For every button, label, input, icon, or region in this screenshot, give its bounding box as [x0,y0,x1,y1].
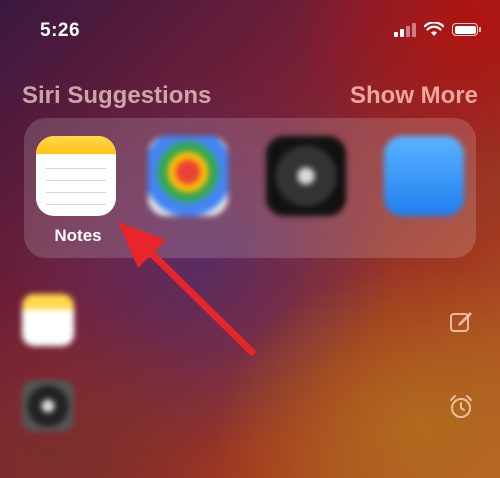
app-label [148,226,232,246]
mail-app-icon[interactable] [384,136,464,216]
alarm-icon[interactable] [446,392,476,422]
status-icons [394,22,481,37]
notes-app-icon[interactable] [36,136,116,216]
suggestion-row-clock[interactable] [22,380,478,434]
battery-icon [452,23,481,36]
clock-app-icon[interactable] [266,136,346,216]
siri-suggestions-header: Siri Suggestions Show More [22,80,478,112]
maps-app-icon[interactable] [148,136,228,216]
app-label [384,226,468,246]
notes-app-icon [22,294,74,346]
app-clock[interactable] [266,136,350,246]
app-label: Notes [54,226,102,245]
cellular-signal-icon [394,22,416,37]
suggestion-row-notes[interactable] [22,294,478,348]
app-label [266,226,350,246]
app-notes[interactable]: Notes [36,136,120,246]
suggestion-text [90,396,350,414]
app-maps[interactable] [148,136,232,246]
app-mail[interactable] [384,136,468,246]
clock-app-icon [22,380,74,432]
suggestion-text [90,310,350,328]
app-suggestions-card: Notes [24,118,476,258]
status-bar: 5:26 [0,0,500,60]
show-more-link[interactable]: Show More [350,82,478,110]
section-title: Siri Suggestions [22,82,212,109]
wifi-icon [424,22,444,36]
compose-icon[interactable] [446,306,476,336]
status-time: 5:26 [40,20,81,41]
